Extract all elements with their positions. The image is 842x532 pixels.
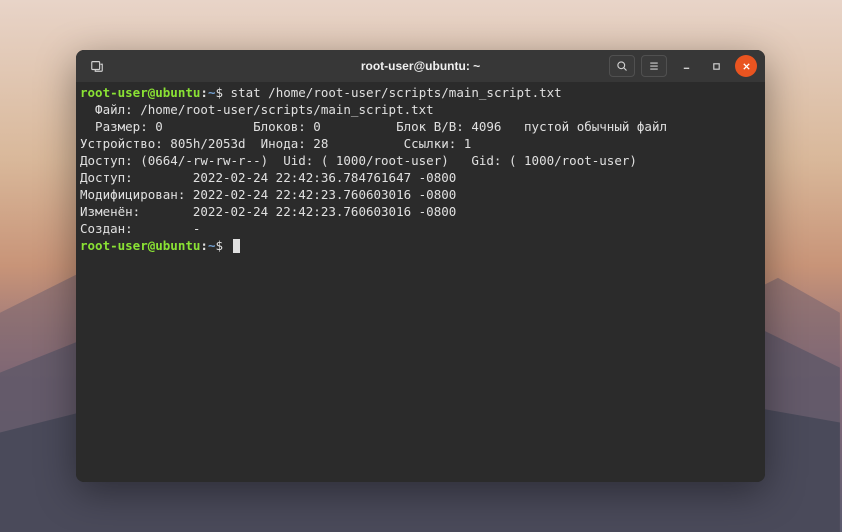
prompt-symbol-2: $ [215, 238, 223, 253]
search-button[interactable] [609, 55, 635, 77]
maximize-icon [712, 62, 721, 71]
stat-out-device: Устройство: 805h/2053d Инода: 28 Ссылки:… [80, 136, 471, 151]
maximize-button[interactable] [705, 55, 727, 77]
hamburger-icon [648, 60, 660, 72]
command-text: stat /home/root-user/scripts/main_script… [231, 85, 562, 100]
prompt-symbol: $ [215, 85, 223, 100]
prompt-user-host-2: root-user@ubuntu [80, 238, 200, 253]
terminal-window: root-user@ubuntu: ~ [76, 50, 765, 482]
close-button[interactable] [735, 55, 757, 77]
prompt-colon-2: : [200, 238, 208, 253]
stat-out-ctime: Изменён: 2022-02-24 22:42:23.760603016 -… [80, 204, 456, 219]
stat-out-mtime: Модифицирован: 2022-02-24 22:42:23.76060… [80, 187, 456, 202]
new-tab-button[interactable] [84, 55, 110, 77]
prompt-colon: : [200, 85, 208, 100]
stat-out-size: Размер: 0 Блоков: 0 Блок В/В: 4096 пусто… [80, 119, 667, 134]
new-tab-icon [90, 59, 104, 73]
stat-out-file: Файл: /home/root-user/scripts/main_scrip… [80, 102, 434, 117]
prompt-user-host: root-user@ubuntu [80, 85, 200, 100]
titlebar[interactable]: root-user@ubuntu: ~ [76, 50, 765, 82]
stat-out-birth: Создан: - [80, 221, 200, 236]
search-icon [616, 60, 628, 72]
terminal-cursor [233, 239, 240, 253]
minimize-icon [682, 62, 691, 71]
close-icon [742, 62, 751, 71]
stat-out-access-perm: Доступ: (0664/-rw-rw-r--) Uid: ( 1000/ro… [80, 153, 637, 168]
terminal-body[interactable]: root-user@ubuntu:~$ stat /home/root-user… [76, 82, 765, 482]
menu-button[interactable] [641, 55, 667, 77]
minimize-button[interactable] [675, 55, 697, 77]
stat-out-atime: Доступ: 2022-02-24 22:42:36.784761647 -0… [80, 170, 456, 185]
